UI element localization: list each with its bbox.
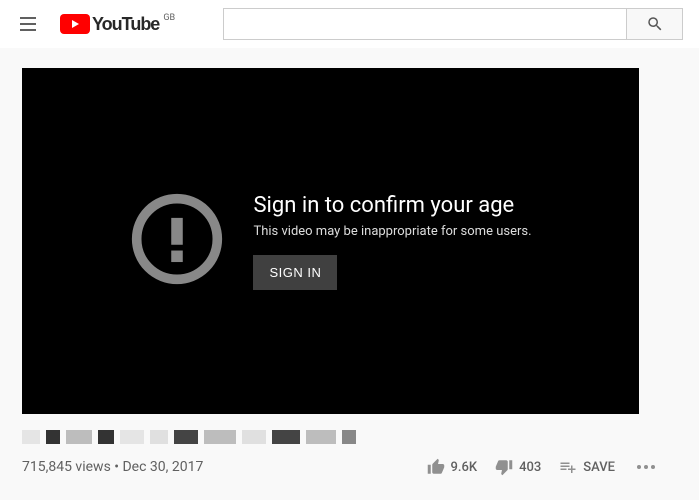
video-meta-row: 715,845 views • Dec 30, 2017 9.6K 403 SA… xyxy=(22,458,677,476)
upload-date: Dec 30, 2017 xyxy=(122,459,203,475)
video-title xyxy=(22,430,677,444)
youtube-wordmark: YouTube xyxy=(92,14,159,35)
search-input[interactable] xyxy=(223,8,627,40)
youtube-logo[interactable]: YouTube GB xyxy=(60,14,173,35)
age-gate: Sign in to confirm your age This video m… xyxy=(89,191,571,291)
menu-button[interactable] xyxy=(16,12,40,36)
like-button[interactable]: 9.6K xyxy=(427,458,478,476)
search-form xyxy=(223,8,683,40)
view-count-date: 715,845 views • Dec 30, 2017 xyxy=(22,459,203,475)
save-label: SAVE xyxy=(583,460,615,475)
dislike-button[interactable]: 403 xyxy=(495,458,541,476)
dislike-count: 403 xyxy=(519,460,541,475)
more-actions-button[interactable] xyxy=(633,461,659,473)
warning-icon xyxy=(129,191,225,291)
content: Sign in to confirm your age This video m… xyxy=(0,48,699,476)
save-button[interactable]: SAVE xyxy=(559,458,615,476)
age-gate-subtitle: This video may be inappropriate for some… xyxy=(253,224,531,239)
header: YouTube GB xyxy=(0,0,699,48)
playlist-add-icon xyxy=(559,458,577,476)
like-count: 9.6K xyxy=(451,460,478,475)
thumb-up-icon xyxy=(427,458,445,476)
video-player: Sign in to confirm your age This video m… xyxy=(22,68,639,414)
view-count: 715,845 views xyxy=(22,459,111,475)
sign-in-button[interactable]: SIGN IN xyxy=(253,255,337,290)
search-button[interactable] xyxy=(627,8,683,40)
country-code: GB xyxy=(163,13,175,23)
youtube-play-icon xyxy=(60,14,90,34)
age-gate-title: Sign in to confirm your age xyxy=(253,193,531,218)
action-bar: 9.6K 403 SAVE xyxy=(427,458,659,476)
search-icon xyxy=(646,15,664,33)
thumb-down-icon xyxy=(495,458,513,476)
